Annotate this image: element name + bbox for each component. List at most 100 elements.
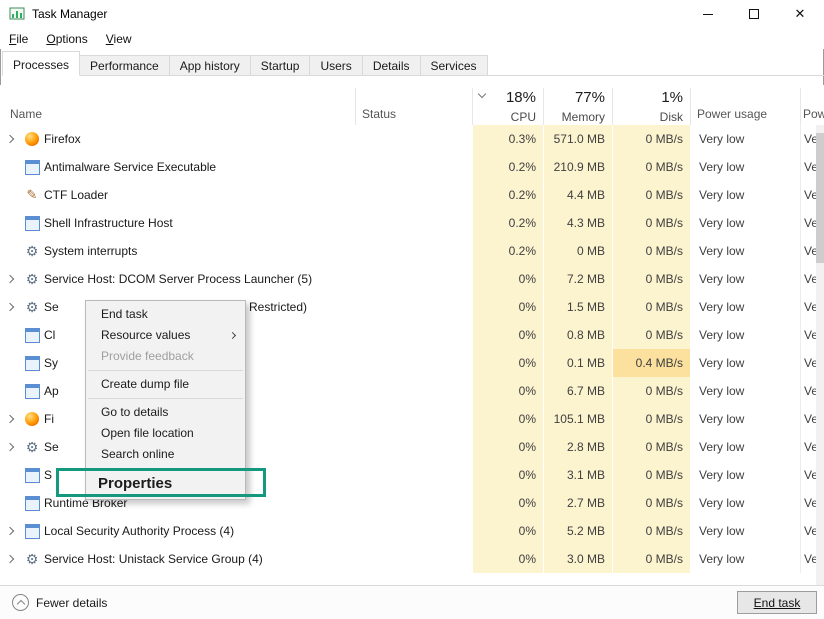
- power-trend-cell: Ve: [800, 237, 816, 265]
- power-usage-cell: Very low: [690, 517, 800, 545]
- column-header-power-usage-trend[interactable]: Pow: [803, 107, 824, 121]
- cpu-cell: 0%: [472, 405, 543, 433]
- expand-chevron-icon[interactable]: [0, 545, 20, 573]
- status-cell: [355, 265, 472, 293]
- disk-cell: 0 MB/s: [612, 433, 690, 461]
- expand-chevron-icon[interactable]: [0, 125, 20, 153]
- context-menu: End taskResource valuesProvide feedbackC…: [85, 300, 246, 500]
- context-menu-item-label: Resource values: [101, 328, 190, 342]
- fewer-details-toggle[interactable]: Fewer details: [36, 596, 107, 610]
- power-trend-cell: Ve: [800, 433, 816, 461]
- close-icon: ✕: [795, 6, 806, 22]
- collapse-details-icon[interactable]: [12, 594, 29, 611]
- window-icon: [20, 209, 44, 237]
- process-name: Service Host: DCOM Server Process Launch…: [44, 265, 355, 293]
- column-header-name[interactable]: Name: [10, 107, 42, 121]
- submenu-chevron-icon: [229, 332, 236, 339]
- power-trend-cell: Ve: [800, 545, 816, 573]
- tab-app-history[interactable]: App history: [169, 55, 251, 76]
- chevron-spacer: [0, 153, 20, 181]
- menu-view[interactable]: View: [97, 30, 141, 48]
- context-menu-item-create-dump-file[interactable]: Create dump file: [86, 374, 245, 395]
- process-name: Service Host: Unistack Service Group (4): [44, 545, 355, 573]
- disk-cell: 0.4 MB/s: [612, 349, 690, 377]
- status-cell: [355, 293, 472, 321]
- expand-chevron-icon[interactable]: [0, 293, 20, 321]
- power-usage-cell: Very low: [690, 349, 800, 377]
- menu-options[interactable]: Options: [37, 30, 96, 48]
- table-row[interactable]: Firefox0.3%571.0 MB0 MB/sVery lowVe: [0, 125, 816, 153]
- context-menu-item-properties[interactable]: Properties: [86, 472, 245, 496]
- tab-processes[interactable]: Processes: [2, 51, 80, 76]
- table-row[interactable]: Service Host: Unistack Service Group (4)…: [0, 545, 816, 573]
- expand-chevron-icon[interactable]: [0, 517, 20, 545]
- disk-cell: 0 MB/s: [612, 153, 690, 181]
- tab-users[interactable]: Users: [309, 55, 362, 76]
- expand-chevron-icon[interactable]: [0, 265, 20, 293]
- status-cell: [355, 545, 472, 573]
- menu-file[interactable]: File: [0, 30, 37, 48]
- table-row[interactable]: CTF Loader0.2%4.4 MB0 MB/sVery lowVe: [0, 181, 816, 209]
- column-divider: [800, 88, 801, 125]
- tab-startup[interactable]: Startup: [250, 55, 311, 76]
- status-cell: [355, 377, 472, 405]
- context-menu-item-resource-values[interactable]: Resource values: [86, 325, 245, 346]
- table-row[interactable]: System interrupts0.2%0 MB0 MB/sVery lowV…: [0, 237, 816, 265]
- table-row[interactable]: Shell Infrastructure Host0.2%4.3 MB0 MB/…: [0, 209, 816, 237]
- cpu-cell: 0.2%: [472, 181, 543, 209]
- column-header-disk[interactable]: 1% Disk: [612, 89, 683, 124]
- column-divider: [355, 88, 356, 125]
- maximize-button[interactable]: [731, 0, 777, 28]
- menu-bar: FileOptionsView: [0, 28, 824, 49]
- cpu-cell: 0%: [472, 265, 543, 293]
- cpu-cell: 0.2%: [472, 209, 543, 237]
- tab-performance[interactable]: Performance: [79, 55, 170, 76]
- table-row[interactable]: Service Host: DCOM Server Process Launch…: [0, 265, 816, 293]
- column-header-cpu[interactable]: 18% CPU: [472, 89, 536, 124]
- scrollbar-thumb[interactable]: [816, 133, 824, 263]
- process-name-suffix: Restricted): [249, 293, 307, 321]
- column-header-status[interactable]: Status: [362, 107, 396, 121]
- pen-icon: [20, 181, 44, 209]
- expand-chevron-icon[interactable]: [0, 433, 20, 461]
- power-trend-cell: Ve: [800, 405, 816, 433]
- disk-cell: 0 MB/s: [612, 517, 690, 545]
- power-trend-cell: Ve: [800, 125, 816, 153]
- expand-chevron-icon[interactable]: [0, 405, 20, 433]
- memory-cell: 7.2 MB: [543, 265, 612, 293]
- tab-details[interactable]: Details: [362, 55, 421, 76]
- table-row[interactable]: Local Security Authority Process (4)0%5.…: [0, 517, 816, 545]
- vertical-scrollbar[interactable]: [816, 125, 824, 585]
- cpu-total-percent: 18%: [472, 89, 536, 106]
- context-menu-item-end-task[interactable]: End task: [86, 304, 245, 325]
- status-cell: [355, 181, 472, 209]
- power-usage-cell: Very low: [690, 237, 800, 265]
- context-menu-item-label: Create dump file: [101, 377, 189, 391]
- window-icon: [20, 153, 44, 181]
- context-menu-item-search-online[interactable]: Search online: [86, 444, 245, 465]
- firefox-icon: [20, 125, 44, 153]
- power-usage-cell: Very low: [690, 265, 800, 293]
- chevron-spacer: [0, 181, 20, 209]
- context-menu-item-go-to-details[interactable]: Go to details: [86, 402, 245, 423]
- table-row[interactable]: Antimalware Service Executable0.2%210.9 …: [0, 153, 816, 181]
- status-cell: [355, 125, 472, 153]
- power-usage-cell: Very low: [690, 125, 800, 153]
- memory-cell: 6.7 MB: [543, 377, 612, 405]
- power-trend-cell: Ve: [800, 321, 816, 349]
- minimize-button[interactable]: [685, 0, 731, 28]
- cpu-cell: 0%: [472, 293, 543, 321]
- column-header-power-usage[interactable]: Power usage: [697, 107, 767, 121]
- end-task-button[interactable]: End task: [737, 591, 817, 614]
- memory-cell: 1.5 MB: [543, 293, 612, 321]
- column-header-memory[interactable]: 77% Memory: [543, 89, 605, 124]
- memory-cell: 105.1 MB: [543, 405, 612, 433]
- context-menu-item-open-file-location[interactable]: Open file location: [86, 423, 245, 444]
- close-button[interactable]: ✕: [777, 0, 823, 28]
- chevron-spacer: [0, 349, 20, 377]
- chevron-spacer: [0, 489, 20, 517]
- disk-cell: 0 MB/s: [612, 265, 690, 293]
- power-trend-cell: Ve: [800, 153, 816, 181]
- disk-cell: 0 MB/s: [612, 489, 690, 517]
- tab-services[interactable]: Services: [420, 55, 488, 76]
